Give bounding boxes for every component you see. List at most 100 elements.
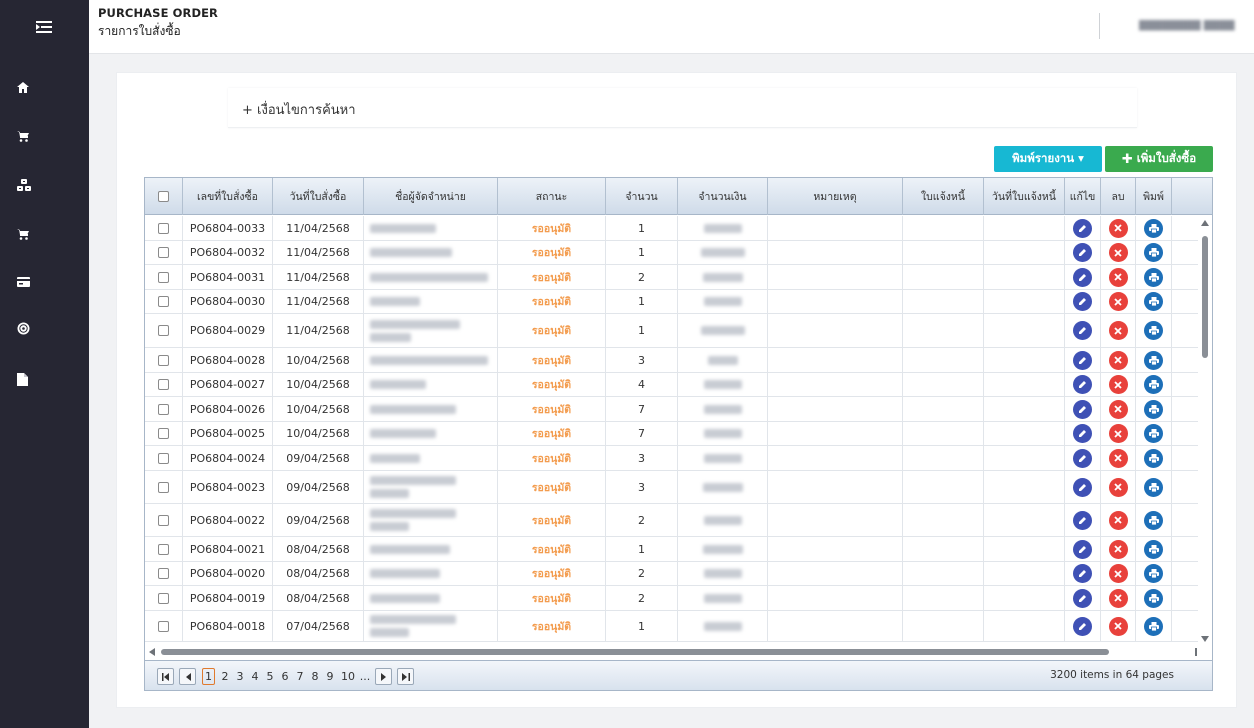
- page-8[interactable]: 8: [310, 668, 320, 685]
- table-row[interactable]: PO6804-0018 07/04/2568 รออนุมัติ 1: [145, 611, 1198, 642]
- col-delete-header[interactable]: ลบ: [1101, 178, 1136, 215]
- row-checkbox[interactable]: [158, 296, 169, 307]
- table-row[interactable]: PO6804-0028 10/04/2568 รออนุมัติ 3: [145, 348, 1198, 373]
- delete-button[interactable]: [1108, 243, 1128, 262]
- col-quantity-header[interactable]: จำนวน: [606, 178, 678, 215]
- print-button[interactable]: [1144, 477, 1163, 497]
- edit-button[interactable]: [1073, 539, 1092, 559]
- page-ellipsis[interactable]: ...: [359, 668, 371, 685]
- col-invoice-header[interactable]: ใบแจ้งหนี้: [903, 178, 984, 215]
- edit-button[interactable]: [1073, 477, 1092, 497]
- table-row[interactable]: PO6804-0029 11/04/2568 รออนุมัติ 1: [145, 314, 1198, 348]
- print-button[interactable]: [1144, 321, 1163, 340]
- table-row[interactable]: PO6804-0024 09/04/2568 รออนุมัติ 3: [145, 446, 1198, 471]
- edit-button[interactable]: [1073, 375, 1092, 394]
- table-row[interactable]: PO6804-0022 09/04/2568 รออนุมัติ 2: [145, 504, 1198, 537]
- add-purchase-order-button[interactable]: ✚ เพิ่มใบสั่งซื้อ: [1105, 146, 1213, 172]
- page-10[interactable]: 10: [340, 668, 356, 685]
- table-row[interactable]: PO6804-0026 10/04/2568 รออนุมัติ 7: [145, 397, 1198, 422]
- print-button[interactable]: [1144, 539, 1163, 559]
- edit-button[interactable]: [1073, 424, 1092, 443]
- print-button[interactable]: [1144, 588, 1163, 608]
- row-checkbox[interactable]: [158, 379, 169, 390]
- edit-button[interactable]: [1073, 564, 1092, 583]
- po-number[interactable]: PO6804-0021: [183, 537, 273, 561]
- print-button[interactable]: [1144, 350, 1163, 370]
- row-checkbox[interactable]: [158, 481, 169, 493]
- search-conditions-toggle[interactable]: + เงื่อนไขการค้นหา: [242, 99, 356, 120]
- page-4[interactable]: 4: [250, 668, 260, 685]
- card-icon[interactable]: [0, 270, 89, 294]
- row-checkbox[interactable]: [158, 543, 169, 555]
- print-button[interactable]: [1144, 448, 1163, 468]
- menu-toggle-icon[interactable]: [0, 15, 89, 39]
- edit-button[interactable]: [1073, 588, 1092, 608]
- page-1[interactable]: 1: [202, 668, 215, 685]
- delete-button[interactable]: [1108, 350, 1128, 370]
- page-7[interactable]: 7: [295, 668, 305, 685]
- delete-button[interactable]: [1108, 292, 1128, 311]
- settings-icon[interactable]: [0, 316, 89, 340]
- row-checkbox[interactable]: [158, 271, 169, 283]
- document-icon[interactable]: [0, 367, 89, 391]
- scroll-left-icon[interactable]: [149, 648, 155, 656]
- delete-button[interactable]: [1108, 424, 1128, 443]
- table-row[interactable]: PO6804-0032 11/04/2568 รออนุมัติ 1: [145, 241, 1198, 265]
- table-row[interactable]: PO6804-0033 11/04/2568 รออนุมัติ 1: [145, 216, 1198, 241]
- delete-button[interactable]: [1108, 218, 1128, 238]
- po-number[interactable]: PO6804-0024: [183, 446, 273, 470]
- delete-button[interactable]: [1108, 267, 1128, 287]
- print-button[interactable]: [1144, 218, 1163, 238]
- row-checkbox[interactable]: [158, 354, 169, 366]
- edit-button[interactable]: [1073, 350, 1092, 370]
- po-number[interactable]: PO6804-0022: [183, 504, 273, 536]
- po-number[interactable]: PO6804-0033: [183, 216, 273, 240]
- horizontal-scrollbar[interactable]: [145, 646, 1212, 658]
- edit-button[interactable]: [1073, 399, 1092, 419]
- scroll-up-icon[interactable]: [1201, 220, 1209, 226]
- table-row[interactable]: PO6804-0021 08/04/2568 รออนุมัติ 1: [145, 537, 1198, 562]
- row-checkbox[interactable]: [158, 247, 169, 258]
- table-row[interactable]: PO6804-0031 11/04/2568 รออนุมัติ 2: [145, 265, 1198, 290]
- table-row[interactable]: PO6804-0023 09/04/2568 รออนุมัติ 3: [145, 471, 1198, 504]
- print-button[interactable]: [1144, 243, 1163, 262]
- print-button[interactable]: [1144, 510, 1163, 530]
- row-checkbox[interactable]: [158, 452, 169, 464]
- print-report-button[interactable]: พิมพ์รายงาน ▾: [994, 146, 1102, 172]
- edit-button[interactable]: [1073, 616, 1092, 636]
- last-page-button[interactable]: [397, 668, 414, 685]
- delete-button[interactable]: [1108, 375, 1128, 394]
- delete-button[interactable]: [1108, 448, 1128, 468]
- scroll-down-icon[interactable]: [1201, 636, 1209, 642]
- cart-icon[interactable]: [0, 124, 89, 148]
- horizontal-scroll-thumb[interactable]: [161, 649, 1109, 655]
- po-number[interactable]: PO6804-0023: [183, 471, 273, 503]
- boxes-icon[interactable]: [0, 173, 89, 197]
- first-page-button[interactable]: [157, 668, 174, 685]
- user-name[interactable]: ████████ ████: [1139, 20, 1243, 32]
- print-button[interactable]: [1144, 399, 1163, 419]
- col-supplier-header[interactable]: ชื่อผู้จัดจำหน่าย: [364, 178, 498, 215]
- col-status-header[interactable]: สถานะ: [498, 178, 606, 215]
- edit-button[interactable]: [1073, 267, 1092, 287]
- delete-button[interactable]: [1108, 399, 1128, 419]
- print-button[interactable]: [1144, 375, 1163, 394]
- row-checkbox[interactable]: [158, 428, 169, 439]
- delete-button[interactable]: [1108, 539, 1128, 559]
- row-checkbox[interactable]: [158, 514, 169, 526]
- page-3[interactable]: 3: [235, 668, 245, 685]
- row-checkbox[interactable]: [158, 568, 169, 579]
- delete-button[interactable]: [1108, 477, 1128, 497]
- row-checkbox[interactable]: [158, 403, 169, 415]
- po-number[interactable]: PO6804-0018: [183, 611, 273, 641]
- edit-button[interactable]: [1073, 218, 1092, 238]
- delete-button[interactable]: [1108, 321, 1128, 340]
- po-number[interactable]: PO6804-0026: [183, 397, 273, 421]
- po-number[interactable]: PO6804-0028: [183, 348, 273, 372]
- table-row[interactable]: PO6804-0020 08/04/2568 รออนุมัติ 2: [145, 562, 1198, 586]
- vertical-scrollbar[interactable]: [1198, 216, 1212, 646]
- col-print-header[interactable]: พิมพ์: [1136, 178, 1172, 215]
- delete-button[interactable]: [1108, 616, 1128, 636]
- po-number[interactable]: PO6804-0032: [183, 241, 273, 264]
- col-invoice-date-header[interactable]: วันที่ใบแจ้งหนี้: [984, 178, 1065, 215]
